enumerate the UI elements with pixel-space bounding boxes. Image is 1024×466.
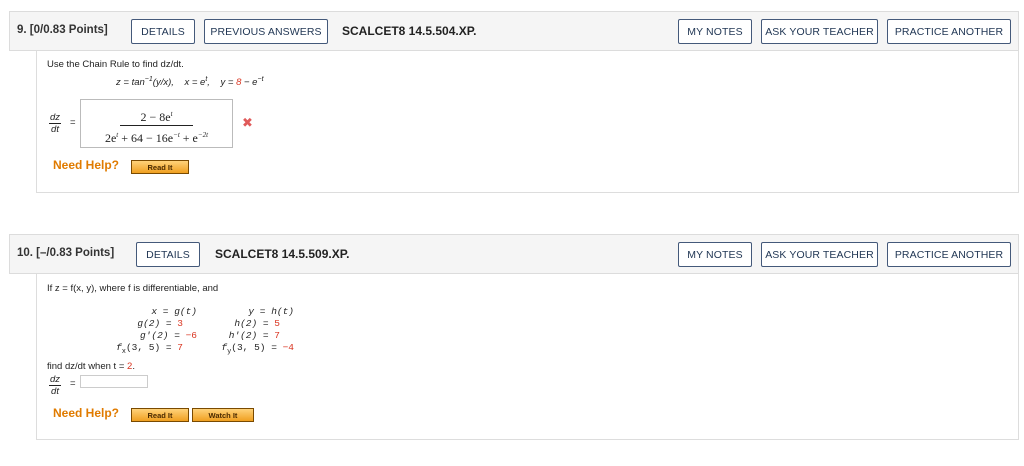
answer-den-2: + 64 − 16e [118,131,174,145]
answer-den-sup2: −t [173,131,180,139]
given-lhs: h(2) = [234,318,275,329]
question-prompt: If z = f(x, y), where f is differentiabl… [47,283,219,294]
eq-x: x = e [184,77,206,89]
dt-label: dt [51,124,59,135]
read-it-button[interactable]: Read It [131,160,189,174]
practice-another-button[interactable]: PRACTICE ANOTHER [887,242,1011,267]
answer-denominator: 2et + 64 − 16e−t + e−2t [105,126,208,147]
given-row: h(2) = 5 [202,318,294,330]
given-value: 7 [274,330,280,341]
given-lhs: g'(2) = [139,330,186,341]
given-row: x = g(t) [107,306,197,318]
problem-code: SCALCET8 14.5.504.XP. [342,24,477,38]
question-10-header: 10. [–/0.83 Points] DETAILS SCALCET8 14.… [9,234,1019,274]
given-equations: z = tan−1(y/x), x = et, y = 8 − e−t [116,76,264,88]
given-values-right: y = h(t) h(2) = 5 h'(2) = 7 fy(3, 5) = −… [202,306,294,356]
given-lhs: y = h(t) [248,306,294,317]
watch-it-button[interactable]: Watch It [192,408,254,422]
dt-label: dt [51,386,59,397]
given-values-left: x = g(t) g(2) = 3 g'(2) = −6 fx(3, 5) = … [107,306,197,356]
eq-x-tail: , [207,77,210,89]
practice-another-button[interactable]: PRACTICE ANOTHER [887,19,1011,44]
dz-dt-fraction: dz dt [49,374,62,397]
incorrect-x-icon: ✖ [242,115,253,130]
equals-sign: = [70,117,76,128]
answer-numerator: 2 − 8et [120,106,193,126]
given-row: fy(3, 5) = −4 [202,342,294,356]
given-value: 5 [274,318,280,329]
answer-den-3: + e [179,131,198,145]
eq-y: y = [220,77,237,89]
answer-den-sup3: −2t [197,131,209,139]
read-it-button[interactable]: Read It [131,408,189,422]
given-row: g(2) = 3 [107,318,197,330]
dz-label: dz [49,112,62,124]
given-lhs: g(2) = [137,318,178,329]
answer-fraction: 2 − 8et 2et + 64 − 16e−t + e−2t [85,106,228,147]
dz-label: dz [49,374,62,386]
eq-z-tail: (y/x), [152,77,174,89]
question-number: 9. [0/0.83 Points] [17,24,108,36]
answer-num-sup: t [170,110,173,118]
question-prompt: Use the Chain Rule to find dz/dt. [47,59,184,70]
given-row: h'(2) = 7 [202,330,294,342]
given-value: −6 [185,330,197,341]
my-notes-button[interactable]: MY NOTES [678,19,752,44]
given-row: g'(2) = −6 [107,330,197,342]
previous-answers-button[interactable]: PREVIOUS ANSWERS [204,19,328,44]
details-button[interactable]: DETAILS [136,242,200,267]
given-row: fx(3, 5) = 7 [107,342,197,356]
given-value: −4 [282,342,294,353]
given-lhs: x = g(t) [151,306,197,317]
question-9-header: 9. [0/0.83 Points] DETAILS PREVIOUS ANSW… [9,11,1019,51]
details-button[interactable]: DETAILS [131,19,195,44]
question-9-body: Use the Chain Rule to find dz/dt. z = ta… [36,51,1019,193]
given-value: 7 [177,342,183,353]
ask-your-teacher-button[interactable]: ASK YOUR TEACHER [761,19,878,44]
find-end: . [132,361,135,372]
eq-y-tail: − e [241,77,258,89]
question-number: 10. [–/0.83 Points] [17,247,115,259]
equals-sign: = [70,378,76,389]
given-row: y = h(t) [202,306,294,318]
given-lhs2: (3, 5) = [231,342,283,353]
dz-dt-fraction: dz dt [49,112,62,135]
find-text: find dz/dt when t = [47,361,128,372]
given-lhs: h'(2) = [228,330,275,341]
eq-y-sup: −t [257,76,264,83]
given-value: 3 [177,318,183,329]
answer-input[interactable] [80,375,148,388]
ask-your-teacher-button[interactable]: ASK YOUR TEACHER [761,242,878,267]
eq-z-sup: −1 [144,76,153,83]
answer-num-text: 2 − 8e [140,110,171,124]
eq-z: z = tan [116,77,145,89]
answer-box[interactable]: 2 − 8et 2et + 64 − 16e−t + e−2t [80,99,233,148]
given-lhs2: (3, 5) = [125,342,178,353]
my-notes-button[interactable]: MY NOTES [678,242,752,267]
problem-code: SCALCET8 14.5.509.XP. [215,247,350,261]
need-help-label: Need Help? [53,158,120,172]
find-instruction: find dz/dt when t = 2. [47,361,135,372]
need-help-label: Need Help? [53,406,120,420]
answer-den-1: 2e [104,131,117,145]
question-10-body: If z = f(x, y), where f is differentiabl… [36,274,1019,440]
